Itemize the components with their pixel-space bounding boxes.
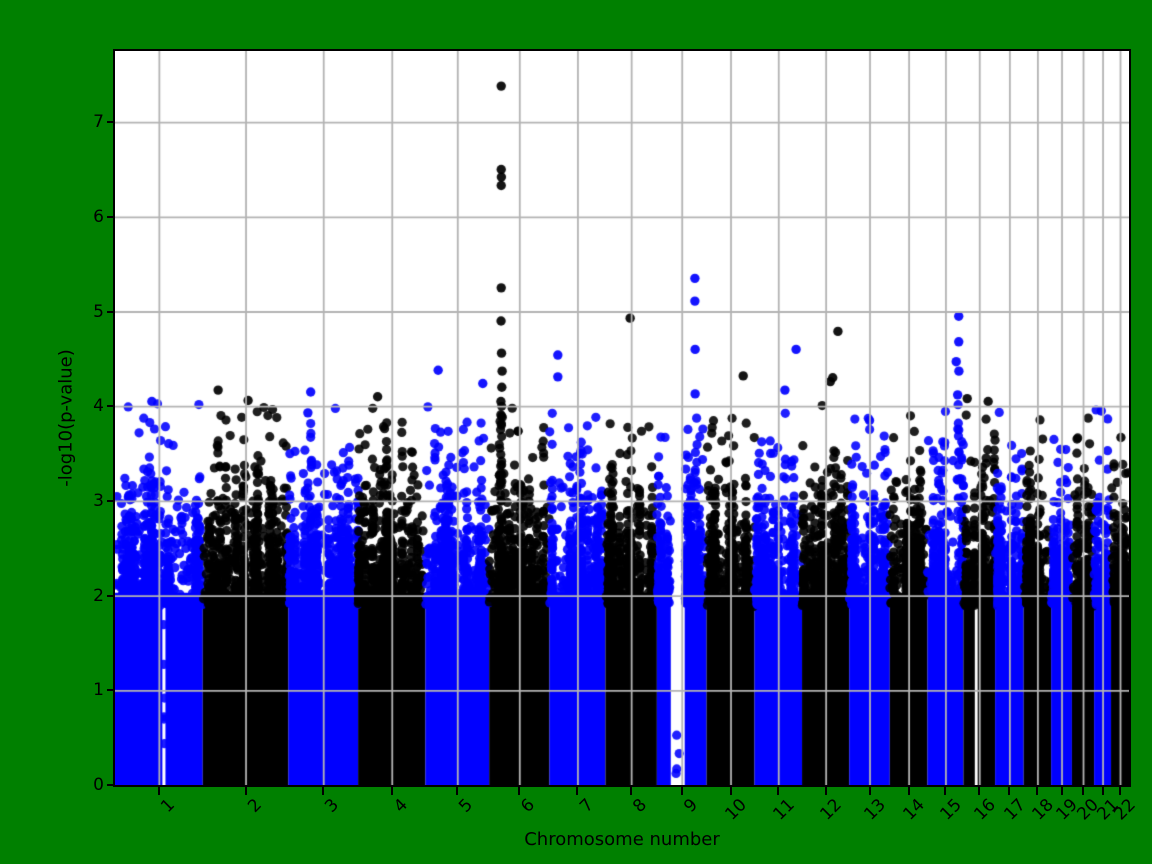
y-tick-label: 2 bbox=[93, 585, 104, 606]
x-tick-mark bbox=[978, 787, 981, 795]
x-tick-mark bbox=[1119, 787, 1122, 795]
x-tick-label: 2 bbox=[243, 795, 266, 817]
x-tick-label: 4 bbox=[390, 795, 412, 817]
x-tick-mark bbox=[1060, 787, 1063, 795]
x-tick-mark bbox=[576, 787, 579, 795]
x-tick-label: 15 bbox=[936, 795, 966, 825]
x-tick-mark bbox=[1101, 787, 1104, 795]
x-tick-mark bbox=[456, 787, 459, 795]
y-tick-label: 6 bbox=[93, 206, 104, 227]
y-tick-mark bbox=[107, 405, 115, 408]
x-tick-mark bbox=[824, 787, 827, 795]
y-tick-label: 0 bbox=[93, 775, 104, 795]
x-tick-label: 8 bbox=[629, 795, 652, 817]
y-tick-mark bbox=[107, 689, 115, 692]
x-tick-label: 22 bbox=[1110, 795, 1141, 825]
x-tick-mark bbox=[944, 787, 947, 795]
x-tick-mark bbox=[907, 787, 910, 795]
x-tick-mark bbox=[157, 787, 160, 795]
y-tick-mark bbox=[107, 215, 115, 218]
x-tick-label: 1 bbox=[157, 795, 180, 817]
x-tick-label: 3 bbox=[321, 795, 344, 817]
x-tick-mark bbox=[729, 787, 732, 795]
x-tick-label: 11 bbox=[768, 795, 799, 825]
x-tick-mark bbox=[777, 787, 780, 795]
y-tick-label: 3 bbox=[93, 490, 104, 511]
y-tick-mark bbox=[107, 310, 115, 313]
x-tick-label: 9 bbox=[680, 795, 702, 817]
manhattan-plot-figure: -log10(p-value) Chromosome number 012345… bbox=[0, 0, 1152, 864]
x-tick-mark bbox=[1082, 787, 1085, 795]
x-tick-label: 6 bbox=[517, 795, 540, 817]
x-tick-mark bbox=[1008, 787, 1011, 795]
manhattan-scatter-canvas bbox=[115, 51, 1129, 785]
x-tick-mark bbox=[680, 787, 683, 795]
y-tick-label: 1 bbox=[93, 680, 104, 701]
y-tick-label: 4 bbox=[93, 396, 104, 417]
x-tick-mark bbox=[244, 787, 247, 795]
y-tick-mark bbox=[107, 594, 115, 597]
plot-area bbox=[113, 49, 1131, 787]
x-tick-mark bbox=[868, 787, 871, 795]
x-tick-label: 5 bbox=[455, 795, 478, 817]
x-tick-mark bbox=[518, 787, 521, 795]
y-tick-mark bbox=[107, 121, 115, 124]
x-axis-title: Chromosome number bbox=[524, 829, 720, 850]
y-tick-label: 5 bbox=[93, 301, 104, 322]
y-tick-mark bbox=[107, 499, 115, 502]
x-tick-mark bbox=[322, 787, 325, 795]
x-tick-label: 17 bbox=[1000, 795, 1030, 825]
x-tick-label: 16 bbox=[969, 795, 1000, 825]
x-tick-mark bbox=[390, 787, 393, 795]
x-tick-mark bbox=[1036, 787, 1039, 795]
x-tick-label: 10 bbox=[721, 795, 751, 825]
x-tick-label: 12 bbox=[816, 795, 846, 825]
x-tick-label: 13 bbox=[860, 795, 890, 825]
x-tick-label: 14 bbox=[899, 795, 929, 825]
y-tick-label: 7 bbox=[93, 112, 104, 133]
x-tick-mark bbox=[630, 787, 633, 795]
x-tick-label: 7 bbox=[575, 795, 598, 817]
y-tick-mark bbox=[107, 784, 115, 786]
